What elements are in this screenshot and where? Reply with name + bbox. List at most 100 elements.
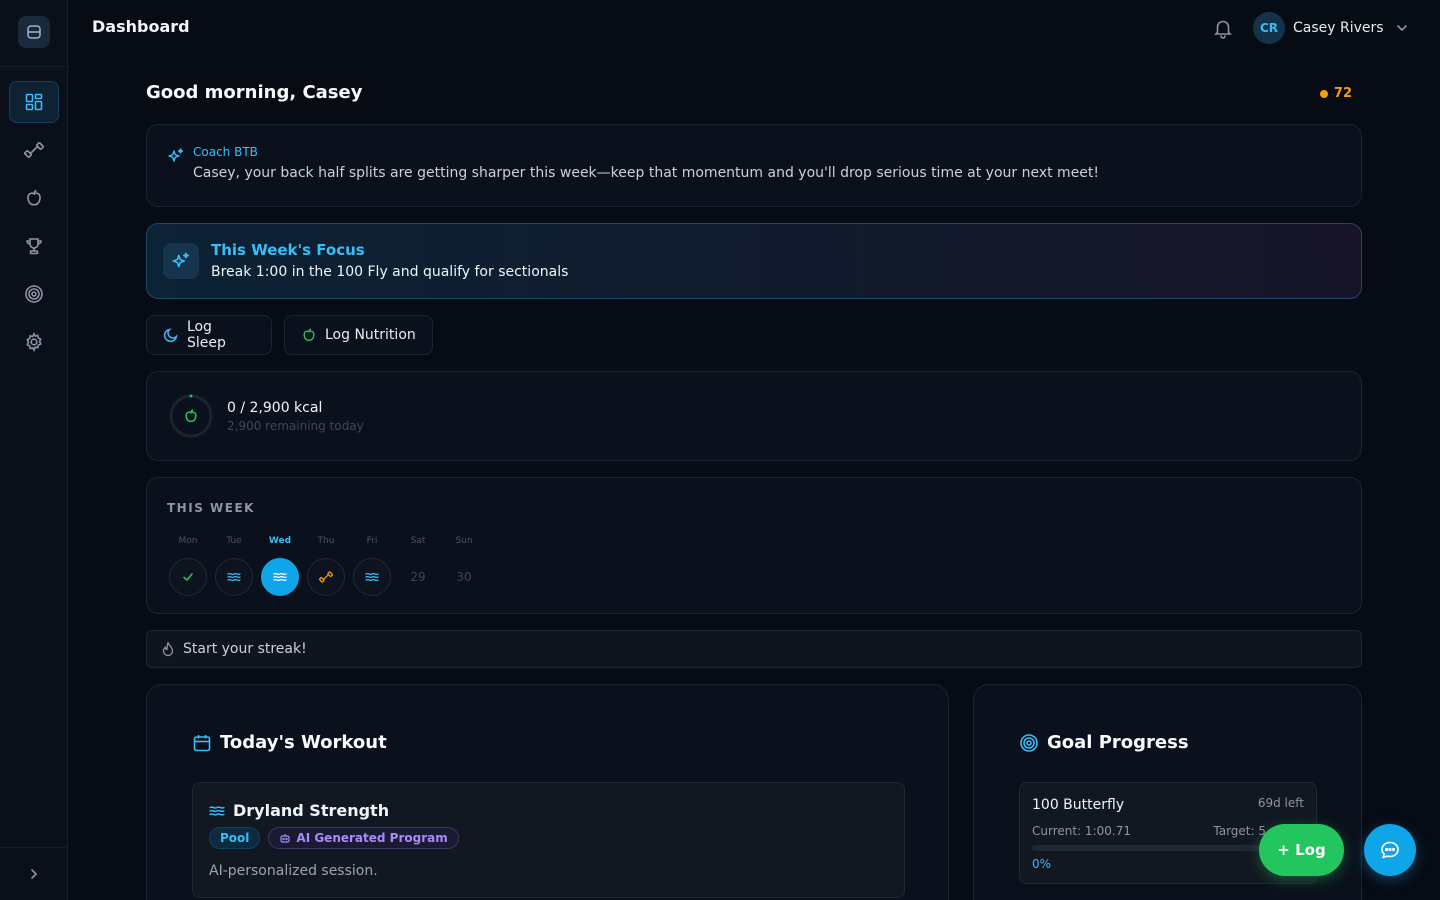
day-status <box>307 558 345 596</box>
workout-description: AI-personalized session. <box>209 863 378 879</box>
log-sleep-button[interactable]: Log Sleep <box>146 315 272 355</box>
waves-icon <box>273 572 287 582</box>
focus-text: Break 1:00 in the 100 Fly and qualify fo… <box>211 264 569 280</box>
target-icon <box>25 285 43 303</box>
day-sun[interactable]: Sun 30 <box>444 536 484 596</box>
day-mon[interactable]: Mon <box>168 536 208 596</box>
log-nutrition-button[interactable]: Log Nutrition <box>284 315 433 355</box>
todays-workout-card: Today's Workout Dryland Strength Pool AI… <box>146 684 949 900</box>
page-title: Dashboard <box>92 17 190 36</box>
day-label: Sat <box>410 536 426 546</box>
calorie-progress-ring <box>169 394 213 438</box>
day-date: 30 <box>456 570 472 584</box>
goal-days-left: 69d left <box>1257 796 1304 810</box>
sidebar-expand-button[interactable] <box>24 864 44 884</box>
bell-icon <box>1214 20 1232 39</box>
trophy-icon <box>26 238 42 255</box>
workout-name: Dryland Strength <box>233 801 390 820</box>
logo-icon <box>27 25 41 39</box>
focus-title: This Week's Focus <box>211 241 365 259</box>
sidebar-item-workouts[interactable] <box>9 129 59 171</box>
calendar-icon <box>193 734 211 751</box>
day-tue[interactable]: Tue <box>214 536 254 596</box>
dumbbell-icon <box>319 571 333 583</box>
goals-section-header: Goal Progress <box>1019 732 1189 753</box>
day-label: Wed <box>268 536 292 546</box>
sidebar-item-settings[interactable] <box>9 321 59 363</box>
day-label: Mon <box>178 536 198 546</box>
target-icon <box>1020 733 1038 752</box>
points-badge: 72 <box>1319 86 1352 101</box>
day-status <box>353 558 391 596</box>
goal-name: 100 Butterfly <box>1032 797 1125 813</box>
gear-icon <box>26 332 42 352</box>
dumbbell-icon <box>24 142 44 158</box>
sidebar-item-goals[interactable] <box>9 273 59 315</box>
goals-section-title: Goal Progress <box>1047 732 1189 753</box>
workout-section-title: Today's Workout <box>220 732 387 753</box>
sidebar-item-dashboard[interactable] <box>9 81 59 123</box>
waves-icon <box>227 572 241 582</box>
sidebar-divider <box>0 847 68 848</box>
tag-ai-label: AI Generated Program <box>296 831 448 845</box>
quick-log-button[interactable]: + Log <box>1259 824 1344 876</box>
waves-icon <box>209 805 225 816</box>
day-label: Sun <box>455 536 473 546</box>
sidebar-item-nutrition[interactable] <box>9 177 59 219</box>
workout-title: Dryland Strength <box>209 801 389 820</box>
moon-icon <box>163 328 178 343</box>
weekly-focus-card: This Week's Focus Break 1:00 in the 100 … <box>146 223 1362 299</box>
calorie-total: 0 / 2,900 kcal <box>227 400 323 416</box>
sparkles-icon <box>172 252 189 268</box>
coach-message: Casey, your back half splits are getting… <box>193 165 1100 181</box>
day-label: Tue <box>226 536 242 546</box>
user-menu[interactable]: CR Casey Rivers <box>1253 12 1408 44</box>
points-dot <box>1319 89 1328 98</box>
sparkles-icon <box>168 148 184 162</box>
apple-icon <box>303 328 315 342</box>
streak-text: Start your streak! <box>183 641 307 657</box>
goal-percent: 0% <box>1032 857 1052 871</box>
workout-tags: Pool AI Generated Program <box>209 827 459 849</box>
day-status <box>261 558 299 596</box>
day-fri[interactable]: Fri <box>352 536 392 596</box>
greeting: Good morning, Casey <box>146 82 363 103</box>
streak-banner: Start your streak! <box>146 630 1362 668</box>
day-status <box>215 558 253 596</box>
app-logo[interactable] <box>18 16 50 48</box>
day-wed[interactable]: Wed <box>260 536 300 596</box>
apple-icon <box>185 409 197 423</box>
workout-item[interactable]: Dryland Strength Pool AI Generated Progr… <box>192 782 905 898</box>
day-thu[interactable]: Thu <box>306 536 346 596</box>
robot-icon <box>280 834 291 843</box>
tag-ai-program: AI Generated Program <box>268 827 459 849</box>
calorie-remaining: 2,900 remaining today <box>227 419 364 433</box>
sidebar-item-achievements[interactable] <box>9 225 59 267</box>
log-nutrition-label: Log Nutrition <box>325 327 416 343</box>
calorie-card[interactable]: 0 / 2,900 kcal 2,900 remaining today <box>146 371 1362 461</box>
log-sleep-label: Log Sleep <box>186 319 226 351</box>
goal-target: Target: 5 <box>1213 824 1266 838</box>
day-date: 29 <box>410 570 426 584</box>
week-title: THIS WEEK <box>167 501 255 515</box>
day-sat[interactable]: Sat 29 <box>398 536 438 596</box>
workout-section-header: Today's Workout <box>192 732 387 753</box>
sidebar <box>0 0 68 900</box>
quick-log-label: + Log <box>1277 841 1326 859</box>
apple-icon <box>27 189 41 206</box>
coach-name: Coach BTB <box>193 145 258 159</box>
user-name: Casey Rivers <box>1293 20 1384 36</box>
sidebar-divider <box>0 66 68 67</box>
day-label: Thu <box>317 536 335 546</box>
coach-message-card: Coach BTB Casey, your back half splits a… <box>146 124 1362 207</box>
waves-icon <box>365 572 379 582</box>
chat-button[interactable] <box>1364 824 1416 876</box>
grid-icon <box>25 93 43 111</box>
focus-icon-box <box>163 243 199 279</box>
chevron-right-icon <box>31 869 38 879</box>
chat-icon <box>1381 841 1399 859</box>
check-icon <box>183 573 193 582</box>
notifications-button[interactable] <box>1212 17 1234 39</box>
chevron-down-icon <box>1396 25 1407 32</box>
points-value: 72 <box>1333 86 1352 101</box>
